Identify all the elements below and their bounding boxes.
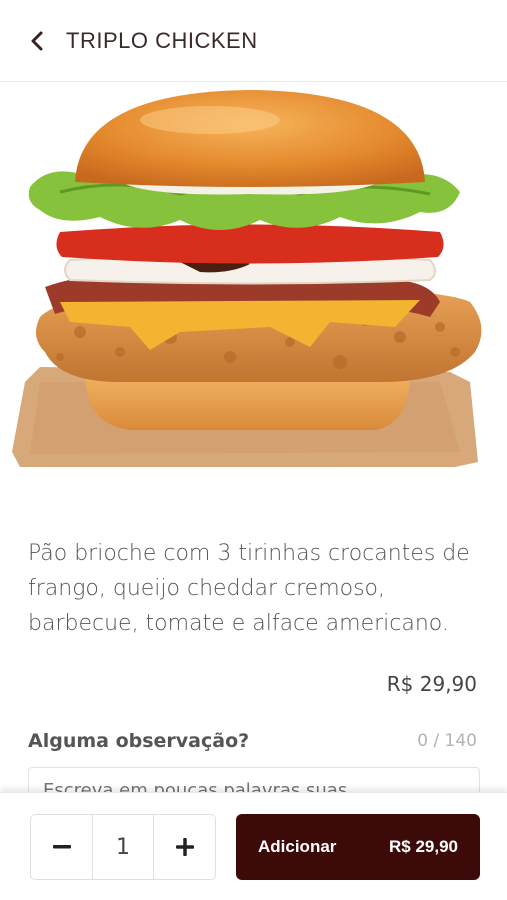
observation-label: Alguma observação? [28, 730, 250, 752]
product-description: Pão brioche com 3 tirinhas crocantes de … [28, 541, 470, 636]
burger-illustration [12, 90, 482, 467]
product-price: R$ 29,90 [386, 672, 477, 696]
add-button-label: Adicionar [258, 837, 337, 856]
character-counter: 0 / 140 [417, 731, 477, 751]
decrease-button[interactable] [31, 815, 92, 879]
plus-icon [175, 838, 194, 856]
add-to-cart-button[interactable]: Adicionar R$ 29,90 [236, 814, 480, 880]
top-app-bar: TRIPLO CHICKEN [0, 0, 507, 82]
page-title: TRIPLO CHICKEN [66, 27, 258, 53]
chevron-left-icon [31, 31, 43, 50]
product-image [0, 82, 507, 512]
bottom-action-bar: 1 Adicionar R$ 29,90 [0, 792, 507, 900]
quantity-stepper: 1 [30, 814, 216, 880]
quantity-value: 1 [92, 815, 154, 879]
back-button[interactable] [18, 22, 56, 60]
minus-icon [52, 845, 71, 849]
increase-button[interactable] [154, 815, 215, 879]
add-button-price: R$ 29,90 [389, 837, 458, 856]
